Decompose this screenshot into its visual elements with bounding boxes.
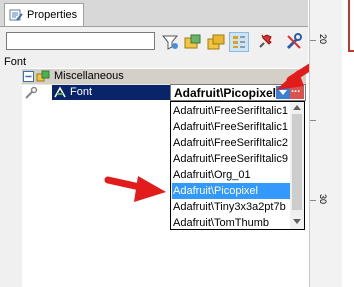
scroll-down-icon[interactable] <box>293 219 301 224</box>
canvas-edge <box>342 0 354 287</box>
font-dropdown-list[interactable]: Adafruit\FreeSerifItalic1 Adafruit\FreeS… <box>170 101 305 230</box>
dropdown-item[interactable]: Adafruit\TomThumb <box>172 215 290 231</box>
properties-icon[interactable] <box>206 32 226 52</box>
scroll-up-icon[interactable] <box>293 105 301 110</box>
ruler-tick-label: 30 <box>318 193 329 205</box>
dropdown-item[interactable]: Adafruit\Tiny3x3a2pt7b <box>172 199 290 215</box>
categorized-icon <box>233 36 245 48</box>
tab-properties[interactable]: Properties <box>4 3 84 27</box>
properties-tab-icon <box>9 9 23 21</box>
font-value: Adafruit\Picopixel <box>174 86 277 100</box>
categorized-button[interactable] <box>229 32 249 52</box>
ruler-tick-label: 20 <box>318 33 329 45</box>
dropdown-scrollbar[interactable] <box>290 102 304 229</box>
arrow-annotation-icon <box>104 176 166 202</box>
font-property-icon <box>54 86 66 98</box>
dropdown-item[interactable]: Adafruit\FreeSerifItalic1 <box>172 119 290 135</box>
tab-label: Properties <box>27 9 78 21</box>
property-name-selected[interactable]: Font <box>52 85 170 100</box>
dropdown-item[interactable]: Adafruit\FreeSerifItalic1 <box>172 103 290 119</box>
dropdown-item[interactable]: Adafruit\FreeSerifItalic2 <box>172 135 290 151</box>
collapse-icon[interactable] <box>23 71 34 82</box>
category-label: Miscellaneous <box>54 70 124 82</box>
pin-icon[interactable] <box>255 32 275 52</box>
ruler: 20 30 <box>309 0 343 287</box>
section-label: Font <box>4 56 27 68</box>
tools-icon[interactable] <box>284 32 304 52</box>
category-row-miscellaneous[interactable]: Miscellaneous <box>22 69 306 84</box>
wrench-icon <box>25 86 38 99</box>
filter-icon[interactable] <box>160 32 180 52</box>
dropdown-item[interactable]: Adafruit\Org_01 <box>172 167 290 183</box>
property-name: Font <box>70 86 93 98</box>
events-icon[interactable] <box>183 32 203 52</box>
dropdown-item[interactable]: Adafruit\FreeSerifItalic9 <box>172 151 290 167</box>
category-icon <box>36 70 50 82</box>
dropdown-item-selected[interactable]: Adafruit\Picopixel <box>172 183 290 199</box>
search-input[interactable] <box>6 32 155 50</box>
scroll-thumb[interactable] <box>292 114 302 210</box>
